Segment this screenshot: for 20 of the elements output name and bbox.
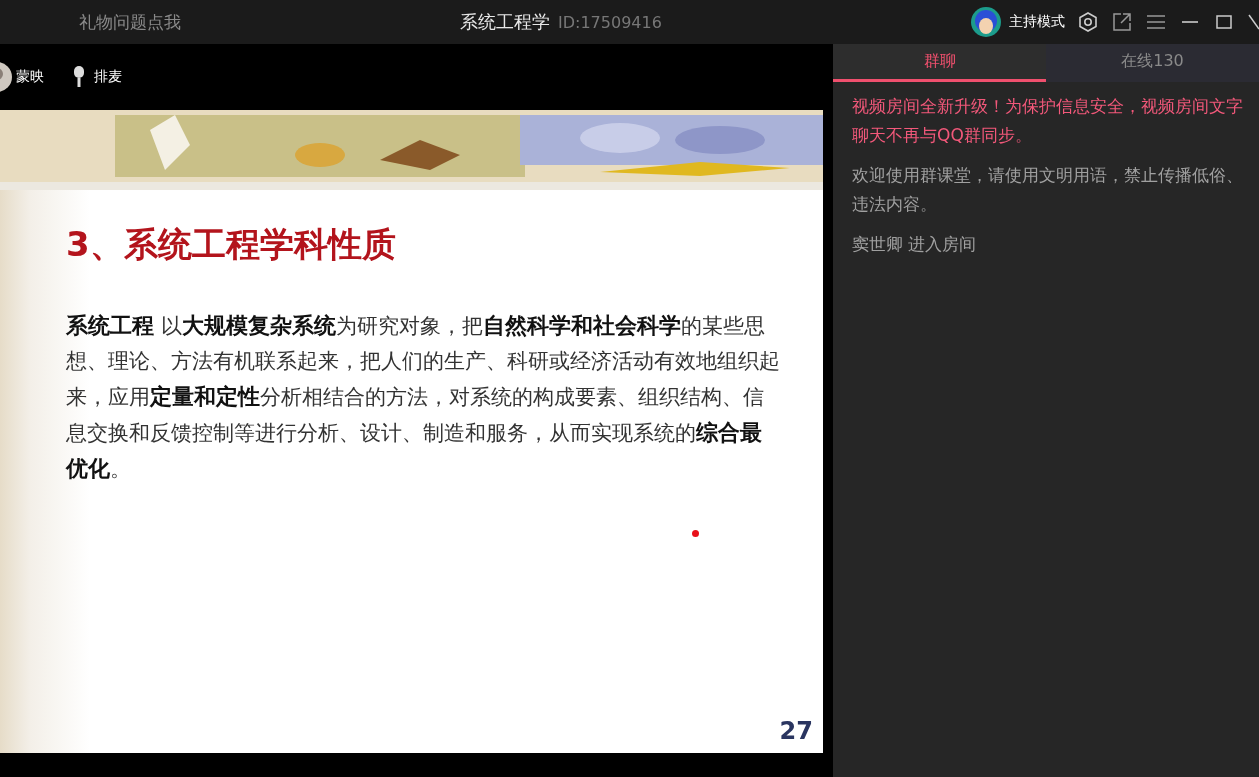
presenter-name: 蒙映 (16, 68, 44, 86)
window-title: 系统工程学 (460, 10, 550, 34)
presenter-avatar-icon (0, 62, 12, 92)
slide-heading: 3、系统工程学科性质 (66, 223, 397, 266)
settings-icon[interactable] (1077, 11, 1099, 33)
notice-message: 视频房间全新升级！为保护信息安全，视频房间文字聊天不再与QQ群同步。 (852, 95, 1244, 147)
popout-icon[interactable] (1111, 11, 1133, 33)
gift-help-link[interactable]: 礼物问题点我 (79, 10, 181, 34)
queue-mic-button[interactable]: 排麦 (94, 68, 122, 86)
slide-paragraph: 系统工程 以大规模复杂系统为研究对象，把自然科学和社会科学的某些思想、理论、方法有机联系起来，把人们的生产、科研或经济活动有效地组织起来，应用定量和定性分析相结合的方法，对系统的构成要素、组织结构、信息交换和反馈控制等进行分析、设计、制造和服务，从而实现系统的综合最优化。 (66, 312, 781, 483)
laser-pointer-icon (692, 530, 699, 537)
slide-page-number: 27 (779, 717, 813, 745)
room-id: ID:17509416 (558, 12, 662, 32)
system-message: 窦世卿 进入房间 (852, 233, 978, 256)
host-mode-button[interactable]: 主持模式 (971, 7, 1065, 37)
system-message: 欢迎使用群课堂，请使用文明用语，禁止传播低俗、违法内容。 (852, 164, 1244, 216)
microphone-icon (72, 66, 86, 88)
panel-tab[interactable]: 群聊 (833, 44, 1046, 82)
avatar-icon (971, 7, 1001, 37)
panel-tab[interactable]: 在线130 (1046, 44, 1259, 82)
